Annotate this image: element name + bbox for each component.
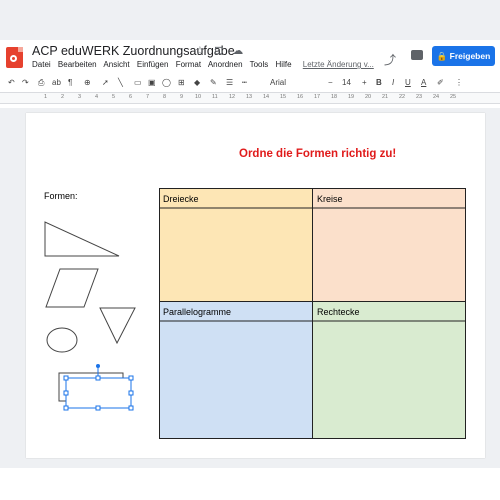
rectangle-shape-selected[interactable] [65, 377, 132, 409]
parallelogram-shape[interactable] [45, 268, 99, 308]
ellipse-shape[interactable] [46, 327, 78, 353]
resize-handle[interactable] [63, 405, 69, 411]
resize-handle[interactable] [128, 375, 134, 381]
shapes-layer [44, 207, 466, 411]
resize-handle[interactable] [128, 405, 134, 411]
resize-handle[interactable] [63, 375, 69, 381]
bottom-bar [0, 468, 500, 500]
resize-handle[interactable] [63, 390, 69, 396]
inverted-triangle-shape[interactable] [99, 307, 136, 345]
resize-handle[interactable] [128, 390, 134, 396]
triangle-shape[interactable] [44, 221, 120, 257]
resize-handle[interactable] [95, 405, 101, 411]
resize-handle[interactable] [95, 375, 101, 381]
rotate-handle[interactable] [96, 364, 100, 368]
